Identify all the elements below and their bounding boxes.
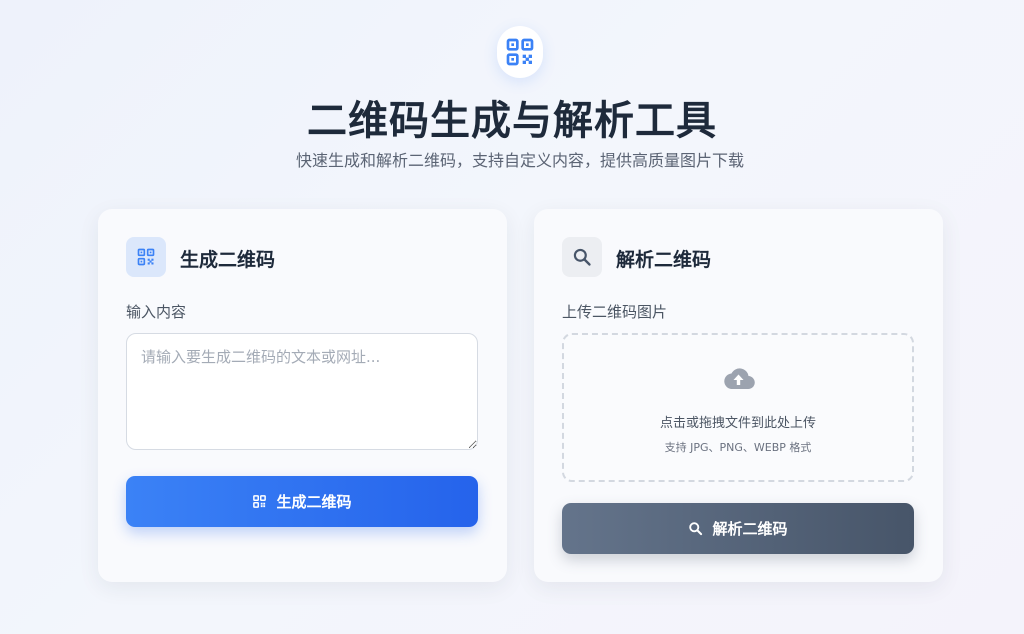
- generate-button[interactable]: 生成二维码: [126, 476, 478, 527]
- cloud-upload-icon: [724, 368, 755, 390]
- content-input[interactable]: [126, 333, 478, 450]
- upload-label: 上传二维码图片: [562, 303, 668, 321]
- parse-card: 解析二维码 上传二维码图片 点击或拖拽文件到此处上传 支持 JPG、PNG、WE…: [534, 209, 943, 582]
- parse-card-title: 解析二维码: [616, 249, 712, 271]
- upload-instruction: 点击或拖拽文件到此处上传: [659, 416, 816, 431]
- search-icon: [573, 248, 591, 266]
- generate-card: 生成二维码 输入内容 生成二维码: [98, 209, 507, 582]
- parse-header-icon: [562, 237, 602, 277]
- page-title: 二维码生成与解析工具: [307, 98, 717, 144]
- parse-button[interactable]: 解析二维码: [562, 503, 914, 554]
- qrcode-icon: [137, 248, 155, 266]
- app-logo: [497, 26, 543, 78]
- page-subtitle: 快速生成和解析二维码，支持自定义内容，提供高质量图片下载: [295, 151, 744, 170]
- upload-dropzone[interactable]: 点击或拖拽文件到此处上传 支持 JPG、PNG、WEBP 格式: [562, 333, 914, 482]
- parse-button-label: 解析二维码: [712, 520, 788, 538]
- generate-card-title: 生成二维码: [180, 249, 276, 271]
- upload-format-hint: 支持 JPG、PNG、WEBP 格式: [664, 441, 812, 454]
- search-icon: [689, 522, 703, 536]
- generate-header-icon: [126, 237, 166, 277]
- generate-button-label: 生成二维码: [276, 493, 352, 511]
- qrcode-icon: [506, 38, 534, 66]
- content-input-label: 输入内容: [126, 303, 187, 321]
- qrcode-icon: [253, 495, 267, 508]
